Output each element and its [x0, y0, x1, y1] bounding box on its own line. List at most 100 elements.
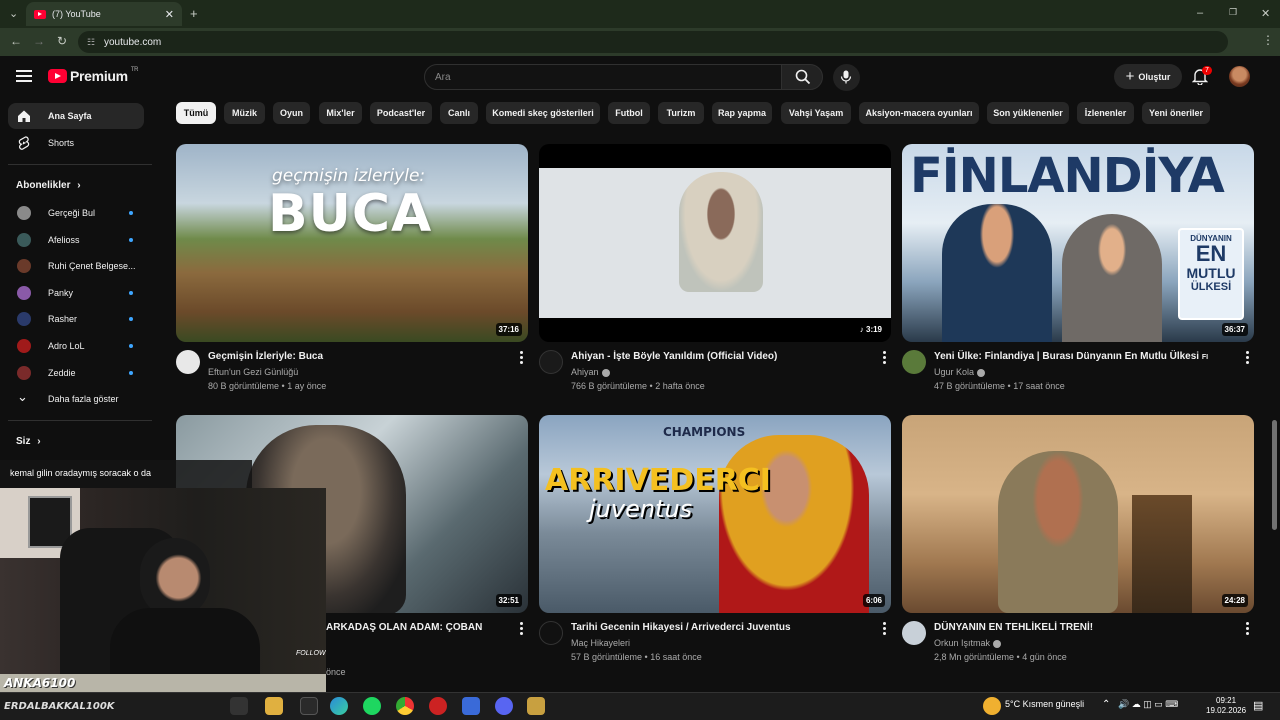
task-view-icon[interactable]: [230, 697, 248, 715]
back-icon[interactable]: ←: [10, 34, 22, 48]
sidebar-item-subscription[interactable]: Panky: [8, 280, 144, 306]
channel-name[interactable]: Maç Hikayeleri: [571, 638, 630, 648]
channel-name[interactable]: Eftun'un Gezi Günlüğü: [208, 367, 298, 377]
channel-name[interactable]: Orkun Işıtmak: [934, 638, 1002, 648]
you-heading[interactable]: Siz ›: [16, 436, 41, 447]
video-title[interactable]: Ahiyan - İşte Böyle Yanıldım (Official V…: [571, 351, 777, 362]
forward-icon[interactable]: →: [33, 34, 45, 48]
search-input[interactable]: Ara: [424, 64, 782, 90]
channel-avatar[interactable]: [539, 350, 563, 374]
sidebar-item-shorts[interactable]: Shorts: [8, 130, 144, 156]
page-scrollbar[interactable]: [1272, 420, 1277, 530]
more-actions-icon[interactable]: [520, 622, 524, 636]
chip-all[interactable]: Tümü: [176, 102, 216, 124]
create-button[interactable]: + Oluştur: [1114, 64, 1182, 89]
video-thumbnail[interactable]: FİNLANDİYA DÜNYANIN EN MUTLU ÜLKESİ 36:3…: [902, 144, 1254, 342]
video-title[interactable]: DÜNYANIN EN TEHLİKELİ TRENİ!: [934, 622, 1093, 633]
close-window-icon[interactable]: ✕: [1261, 7, 1270, 20]
chip[interactable]: Vahşi Yaşam: [781, 102, 851, 124]
video-thumbnail[interactable]: CHAMPIONS ARRIVEDERCI juventus 6:06: [539, 415, 891, 613]
new-content-dot: [129, 238, 133, 242]
chip[interactable]: Son yüklenenler: [987, 102, 1069, 124]
tab-search-icon[interactable]: ⌄: [9, 7, 18, 20]
video-title[interactable]: Yeni Ülke: Finlandiya | Burası Dünyanın …: [934, 351, 1208, 362]
video-title[interactable]: Geçmişin İzleriyle: Buca: [208, 351, 323, 362]
more-actions-icon[interactable]: [883, 351, 887, 365]
chip[interactable]: Müzik: [224, 102, 265, 124]
chip[interactable]: Mix'ler: [319, 102, 362, 124]
channel-avatar: [17, 286, 31, 300]
channel-name[interactable]: Ahiyan: [571, 367, 610, 377]
sidebar-item-subscription[interactable]: Gerçeği Bul: [8, 200, 144, 226]
account-avatar[interactable]: [1229, 66, 1250, 87]
chip[interactable]: Aksiyon-macera oyunları: [859, 102, 979, 124]
weather-text[interactable]: 5°C Kısmen güneşli: [1005, 699, 1084, 709]
chip[interactable]: Oyun: [273, 102, 310, 124]
sidebar-item-subscription[interactable]: Zeddie: [8, 360, 144, 386]
chip[interactable]: Komedi skeç gösterileri: [486, 102, 600, 124]
channel-avatar[interactable]: [539, 621, 563, 645]
video-thumbnail[interactable]: ♪ 3:19: [539, 144, 891, 342]
sidebar-item-subscription[interactable]: Rasher: [8, 306, 144, 332]
video-title[interactable]: Tarihi Gecenin Hikayesi / Arrivederci Ju…: [571, 622, 791, 633]
chrome-icon[interactable]: [396, 697, 414, 715]
video-thumbnail[interactable]: geçmişin izleriyle: BUCA 37:16: [176, 144, 528, 342]
address-bar[interactable]: ☷ youtube.com: [78, 31, 1228, 53]
sidebar-item-subscription[interactable]: Afelioss: [8, 227, 144, 253]
chip[interactable]: Rap yapma: [712, 102, 772, 124]
sidebar-item-subscription[interactable]: Ruhi Çenet Belgese...: [8, 253, 144, 279]
more-actions-icon[interactable]: [520, 351, 524, 365]
hamburger-menu-icon[interactable]: [16, 70, 32, 82]
clock[interactable]: 09:21 19.02.2026: [1206, 696, 1246, 716]
sidebar-item-home[interactable]: Ana Sayfa: [8, 103, 144, 129]
app-icon[interactable]: [462, 697, 480, 715]
league-of-legends-icon[interactable]: [527, 697, 545, 715]
youtube-premium-logo[interactable]: Premium TR: [48, 67, 139, 84]
reload-icon[interactable]: ↻: [57, 34, 67, 48]
chip[interactable]: Yeni öneriler: [1142, 102, 1210, 124]
minimize-icon[interactable]: –: [1197, 7, 1203, 19]
close-tab-icon[interactable]: ✕: [165, 8, 174, 21]
streamer-nickname: ANKA6100: [0, 674, 326, 692]
channel-avatar[interactable]: [176, 350, 200, 374]
menu-dots-icon[interactable]: ⋮: [1262, 33, 1274, 47]
subscriptions-heading[interactable]: Abonelikler ›: [16, 180, 81, 191]
notification-center-icon[interactable]: ▤: [1253, 699, 1263, 712]
chip[interactable]: Canlı: [440, 102, 478, 124]
video-title[interactable]: ARKADAŞ OLAN ADAM: ÇOBAN: [326, 622, 482, 633]
more-actions-icon[interactable]: [1246, 622, 1250, 636]
discord-icon[interactable]: [495, 697, 513, 715]
file-explorer-icon[interactable]: [265, 697, 283, 715]
search-button[interactable]: [781, 64, 823, 90]
chip[interactable]: Futbol: [608, 102, 650, 124]
sidebar-item-subscription[interactable]: Adro LoL: [8, 333, 144, 359]
new-tab-icon[interactable]: +: [190, 6, 198, 21]
restore-icon[interactable]: ❐: [1229, 7, 1237, 18]
channel-avatar[interactable]: [902, 350, 926, 374]
channel-name[interactable]: Ugur Kola: [934, 367, 986, 377]
voice-search-button[interactable]: [833, 64, 860, 91]
channel-avatar: [17, 206, 31, 220]
tray-chevron-icon[interactable]: ⌃: [1102, 699, 1110, 710]
site-info-icon[interactable]: ☷: [87, 37, 95, 48]
more-actions-icon[interactable]: [883, 622, 887, 636]
video-meta: 57 B görüntüleme • 16 saat önce: [571, 652, 702, 662]
more-actions-icon[interactable]: [1246, 351, 1250, 365]
verified-icon: [977, 368, 986, 377]
edge-icon[interactable]: [330, 697, 348, 715]
show-more-button[interactable]: ⌄ Daha fazla göster: [8, 386, 144, 412]
weather-icon[interactable]: [983, 697, 1001, 715]
duration-badge: ♪ 3:19: [856, 323, 885, 336]
video-thumbnail[interactable]: 24:28: [902, 415, 1254, 613]
channel-avatar[interactable]: [902, 621, 926, 645]
chip[interactable]: Podcast'ler: [370, 102, 432, 124]
chip[interactable]: Turizm: [658, 102, 704, 124]
shorts-icon: [18, 136, 30, 150]
chip[interactable]: İzlenenler: [1077, 102, 1134, 124]
browser-tab[interactable]: (7) YouTube ✕: [26, 2, 182, 26]
thumbnail-caption: CHAMPIONS: [663, 425, 746, 439]
obs-icon[interactable]: [429, 697, 447, 715]
tray-icons[interactable]: 🔊 ☁ ◫ ▭ ⌨: [1118, 699, 1178, 710]
spotify-icon[interactable]: [363, 697, 381, 715]
app-icon[interactable]: [300, 697, 318, 715]
